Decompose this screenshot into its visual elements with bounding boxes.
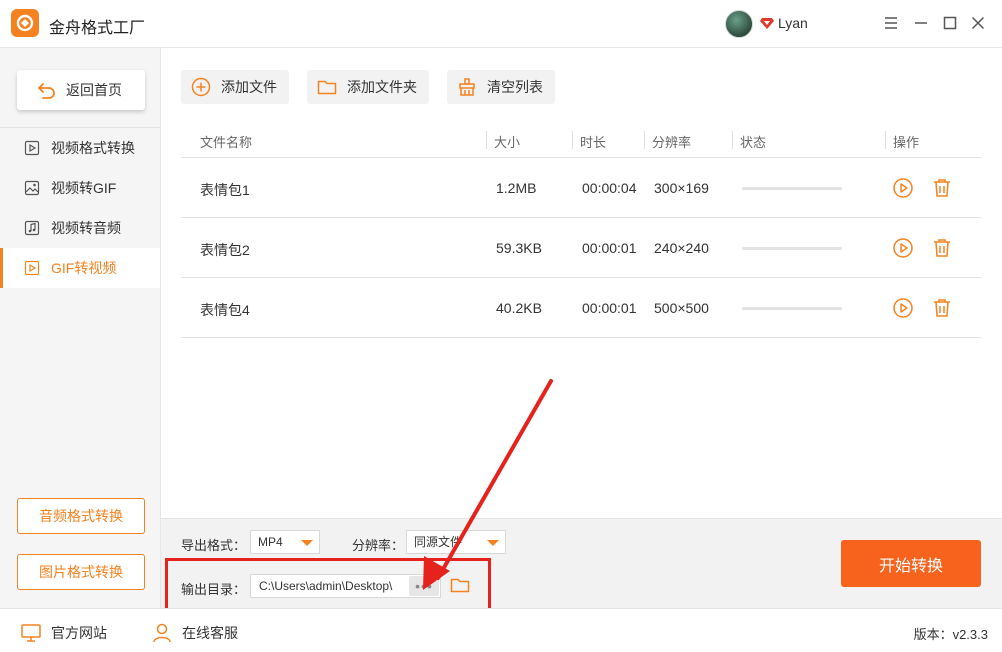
back-home-label: 返回首页 — [66, 82, 122, 98]
file-size: 1.2MB — [496, 180, 537, 196]
file-table-header: 文件名称 大小 时长 分辨率 状态 操作 — [181, 122, 981, 158]
title-bar: 金舟格式工厂 Lyan — [0, 0, 1002, 48]
export-format-value: MP4 — [258, 535, 283, 549]
sidebar-item-video-to-audio[interactable]: 视频转音频 — [0, 208, 160, 248]
file-resolution: 500×500 — [654, 300, 709, 316]
menu-icon[interactable] — [880, 12, 902, 34]
progress-bar — [742, 247, 842, 250]
delete-icon[interactable] — [931, 177, 953, 199]
broom-icon — [459, 78, 475, 96]
file-resolution: 240×240 — [654, 240, 709, 256]
official-website-label: 官方网站 — [51, 625, 107, 641]
play-icon[interactable] — [892, 297, 914, 319]
image-convert-button[interactable]: 图片格式转换 — [17, 554, 145, 590]
close-icon[interactable] — [967, 12, 989, 34]
user-avatar[interactable] — [725, 10, 753, 38]
back-home-button[interactable]: 返回首页 — [17, 70, 145, 110]
column-separator — [486, 131, 487, 149]
delete-icon[interactable] — [931, 237, 953, 259]
export-format-select[interactable]: MP4 — [250, 530, 320, 554]
version-label: 版本：v2.3.3 — [913, 627, 988, 642]
file-size: 59.3KB — [496, 240, 542, 256]
status-bar: 官方网站 在线客服 版本：v2.3.3 — [0, 608, 1002, 652]
delete-icon[interactable] — [931, 297, 953, 319]
resolution-select[interactable]: 同源文件 — [406, 530, 506, 554]
online-support-label: 在线客服 — [182, 625, 238, 641]
dropdown-caret-icon — [487, 540, 499, 546]
table-row[interactable]: 表情包2 59.3KB 00:00:01 240×240 — [181, 218, 981, 278]
column-separator — [572, 131, 573, 149]
add-file-button[interactable]: 添加文件 — [181, 70, 289, 104]
sidebar-item-label: 视频转音频 — [51, 220, 121, 236]
column-header-name: 文件名称 — [200, 135, 253, 150]
audio-convert-button[interactable]: 音频格式转换 — [17, 498, 145, 534]
file-name: 表情包2 — [200, 242, 250, 258]
sidebar-item-label: 视频格式转换 — [51, 140, 135, 156]
column-separator — [644, 131, 645, 149]
app-logo-icon — [11, 9, 39, 37]
column-separator — [885, 131, 886, 149]
sidebar-item-video-to-gif[interactable]: 视频转GIF — [0, 168, 160, 208]
username[interactable]: Lyan — [778, 15, 808, 31]
file-duration: 00:00:01 — [582, 300, 637, 316]
sidebar-item-video-convert[interactable]: 视频格式转换 — [0, 128, 160, 168]
app-title: 金舟格式工厂 — [49, 20, 146, 37]
annotation-highlight-box — [165, 558, 491, 612]
folder-icon — [317, 80, 337, 95]
clear-list-label: 清空列表 — [487, 79, 543, 95]
table-row[interactable]: 表情包4 40.2KB 00:00:01 500×500 — [181, 278, 981, 338]
video-play-icon — [24, 140, 40, 156]
user-support-icon — [153, 623, 171, 643]
maximize-icon[interactable] — [939, 12, 961, 34]
column-header-resolution: 分辨率 — [652, 135, 692, 150]
column-header-status: 状态 — [740, 135, 767, 150]
monitor-icon — [21, 624, 41, 642]
sidebar-item-gif-to-video[interactable]: GIF转视频 — [0, 248, 160, 288]
progress-bar — [742, 187, 842, 190]
file-name: 表情包4 — [200, 302, 250, 318]
file-duration: 00:00:01 — [582, 240, 637, 256]
column-separator — [732, 131, 733, 149]
online-support-link[interactable]: 在线客服 — [151, 622, 238, 644]
resolution-label: 分辨率： — [352, 538, 405, 553]
sidebar: 返回首页 视频格式转换 视频转GIF 视频转音频 GIF转视频 音频格式转换 图… — [0, 48, 161, 608]
play-icon[interactable] — [892, 237, 914, 259]
table-row[interactable]: 表情包1 1.2MB 00:00:04 300×169 — [181, 158, 981, 218]
vip-diamond-icon — [760, 18, 774, 29]
add-folder-label: 添加文件夹 — [347, 79, 417, 95]
back-arrow-icon — [38, 83, 55, 99]
progress-bar — [742, 307, 842, 310]
minimize-icon[interactable] — [910, 12, 932, 34]
official-website-link[interactable]: 官方网站 — [20, 622, 107, 644]
start-convert-button[interactable]: 开始转换 — [841, 540, 981, 587]
resolution-value: 同源文件 — [414, 535, 463, 549]
add-circle-icon — [191, 77, 211, 97]
column-header-duration: 时长 — [580, 135, 607, 150]
play-icon[interactable] — [892, 177, 914, 199]
music-icon — [24, 220, 40, 236]
export-format-label: 导出格式： — [181, 538, 247, 553]
column-header-size: 大小 — [494, 135, 521, 150]
dropdown-caret-icon — [301, 540, 313, 546]
sidebar-item-label: GIF转视频 — [51, 260, 117, 276]
file-size: 40.2KB — [496, 300, 542, 316]
file-name: 表情包1 — [200, 182, 250, 198]
image-icon — [24, 180, 40, 196]
file-duration: 00:00:04 — [582, 180, 637, 196]
column-header-actions: 操作 — [893, 135, 920, 150]
add-folder-button[interactable]: 添加文件夹 — [307, 70, 429, 104]
add-file-label: 添加文件 — [221, 79, 277, 95]
video-play-icon — [24, 260, 40, 276]
clear-list-button[interactable]: 清空列表 — [447, 70, 555, 104]
file-resolution: 300×169 — [654, 180, 709, 196]
sidebar-item-label: 视频转GIF — [51, 180, 117, 196]
